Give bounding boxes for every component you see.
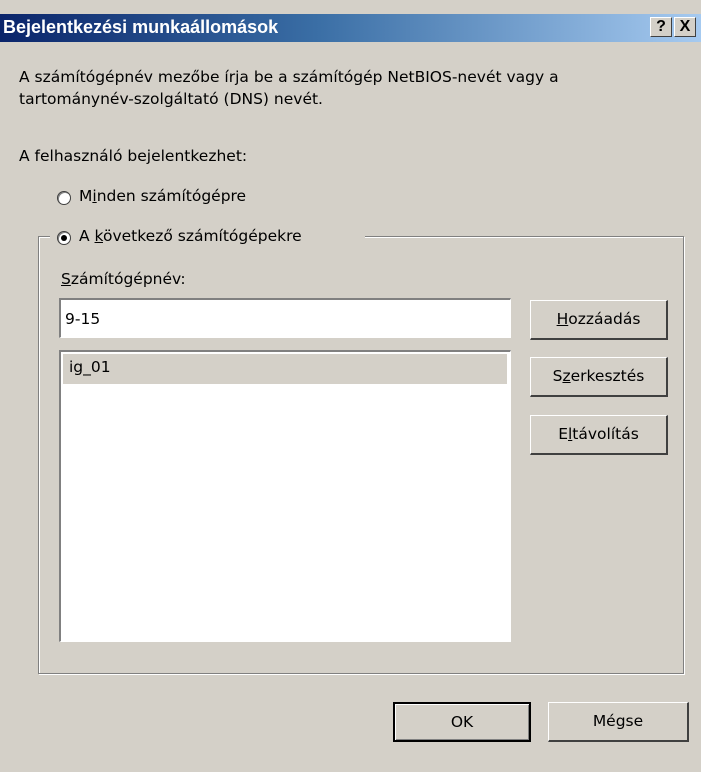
edit-button[interactable]: Szerkesztés xyxy=(530,357,668,397)
computer-list[interactable]: ig_01 xyxy=(59,350,511,642)
radio-all-computers-label[interactable]: Minden számítógépre xyxy=(79,187,246,205)
remove-button[interactable]: Eltávolítás xyxy=(530,415,668,455)
close-button[interactable]: X xyxy=(674,17,696,37)
instruction-line-1: A számítógépnév mezőbe írja be a számító… xyxy=(19,68,559,86)
cancel-button[interactable]: Mégse xyxy=(548,702,689,742)
computer-name-input[interactable] xyxy=(59,298,511,338)
title-bar[interactable]: Bejelentkezési munkaállomások ? X xyxy=(0,14,701,42)
help-button[interactable]: ? xyxy=(650,17,672,37)
close-icon: X xyxy=(679,18,691,35)
radio-all-computers[interactable] xyxy=(57,191,71,205)
instruction-line-2: tartománynév-szolgáltató (DNS) nevét. xyxy=(19,90,323,108)
add-button[interactable]: Hozzáadás xyxy=(530,300,668,340)
ok-button[interactable]: OK xyxy=(393,702,531,742)
help-icon: ? xyxy=(656,18,666,35)
computer-name-label: Számítógépnév: xyxy=(61,270,186,288)
instruction-text: A számítógépnév mezőbe írja be a számító… xyxy=(19,66,684,110)
radio-following-computers[interactable] xyxy=(57,231,71,245)
window-title: Bejelentkezési munkaállomások xyxy=(3,17,279,37)
list-item[interactable]: ig_01 xyxy=(63,354,507,384)
logon-to-label: A felhasználó bejelentkezhet: xyxy=(19,147,248,165)
dialog-window: Bejelentkezési munkaállomások ? X A szám… xyxy=(0,0,701,772)
radio-following-computers-label[interactable]: A következő számítógépekre xyxy=(79,227,302,245)
